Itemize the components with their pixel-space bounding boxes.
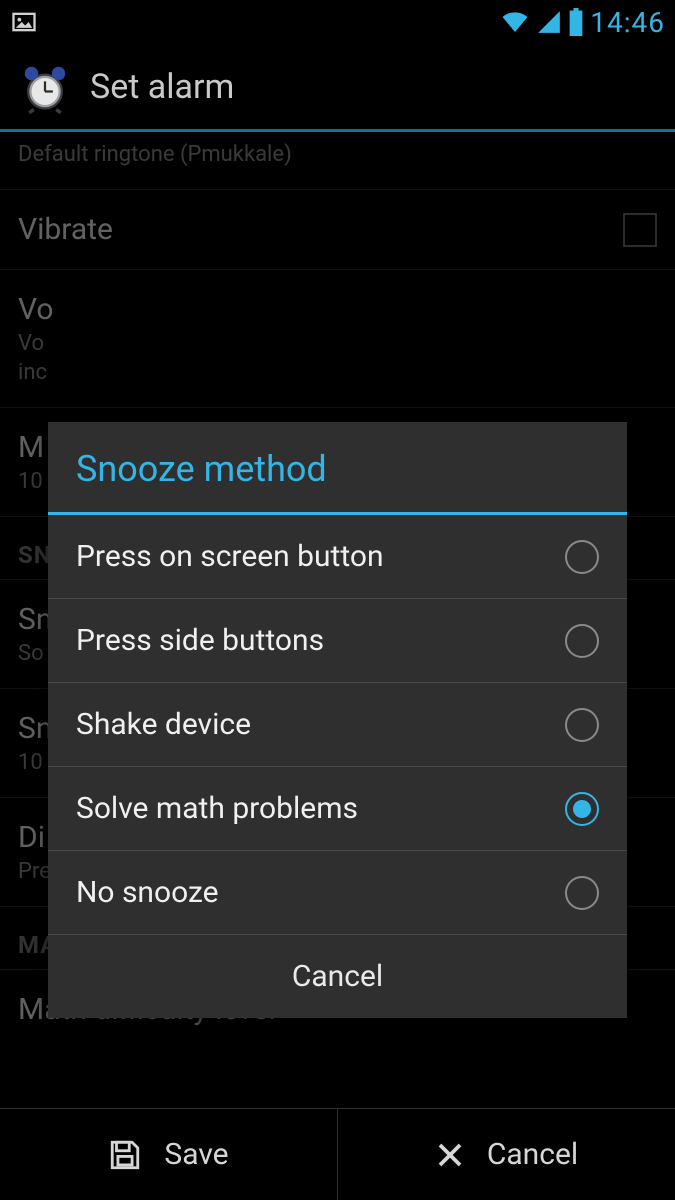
cell-signal-icon <box>536 9 562 35</box>
radio-icon[interactable] <box>565 624 599 658</box>
radio-icon[interactable] <box>565 792 599 826</box>
dialog-option-label: Press on screen button <box>76 539 384 574</box>
dialog-option-label: Press side buttons <box>76 623 324 658</box>
app-header: Set alarm <box>0 44 675 132</box>
radio-icon[interactable] <box>565 876 599 910</box>
dialog-cancel-button[interactable]: Cancel <box>48 935 627 1018</box>
action-bar: Save Cancel <box>0 1108 675 1200</box>
page-title: Set alarm <box>90 67 234 107</box>
content: Default ringtone (Pmukkale) Vibrate Vo V… <box>0 132 675 1108</box>
status-left <box>10 8 38 36</box>
status-bar: 14:46 <box>0 0 675 44</box>
dialog-options: Press on screen button Press side buttons… <box>48 515 627 935</box>
dialog-option-0[interactable]: Press on screen button <box>48 515 627 599</box>
radio-icon[interactable] <box>565 540 599 574</box>
wifi-icon <box>500 9 530 35</box>
save-label: Save <box>164 1137 228 1172</box>
screen: 14:46 Set alarm Default ringtone (Pmukka… <box>0 0 675 1200</box>
dialog-option-label: Solve math problems <box>76 791 358 826</box>
cancel-button[interactable]: Cancel <box>337 1109 675 1200</box>
dialog-option-label: Shake device <box>76 707 251 742</box>
dialog-option-3[interactable]: Solve math problems <box>48 767 627 851</box>
battery-icon <box>568 8 584 36</box>
radio-icon[interactable] <box>565 708 599 742</box>
dialog-option-4[interactable]: No snooze <box>48 851 627 935</box>
status-right: 14:46 <box>500 6 665 39</box>
alarm-clock-icon <box>18 60 72 114</box>
status-clock: 14:46 <box>590 6 665 39</box>
dialog-title: Snooze method <box>48 422 627 512</box>
dialog-option-label: No snooze <box>76 875 219 910</box>
dialog-option-1[interactable]: Press side buttons <box>48 599 627 683</box>
save-icon <box>108 1138 142 1172</box>
picture-icon <box>10 8 38 36</box>
close-icon <box>435 1140 465 1170</box>
dialog-snooze-method: Snooze method Press on screen buttonPres… <box>48 422 627 1018</box>
dialog-option-2[interactable]: Shake device <box>48 683 627 767</box>
save-button[interactable]: Save <box>0 1109 337 1200</box>
cancel-label: Cancel <box>487 1137 578 1172</box>
